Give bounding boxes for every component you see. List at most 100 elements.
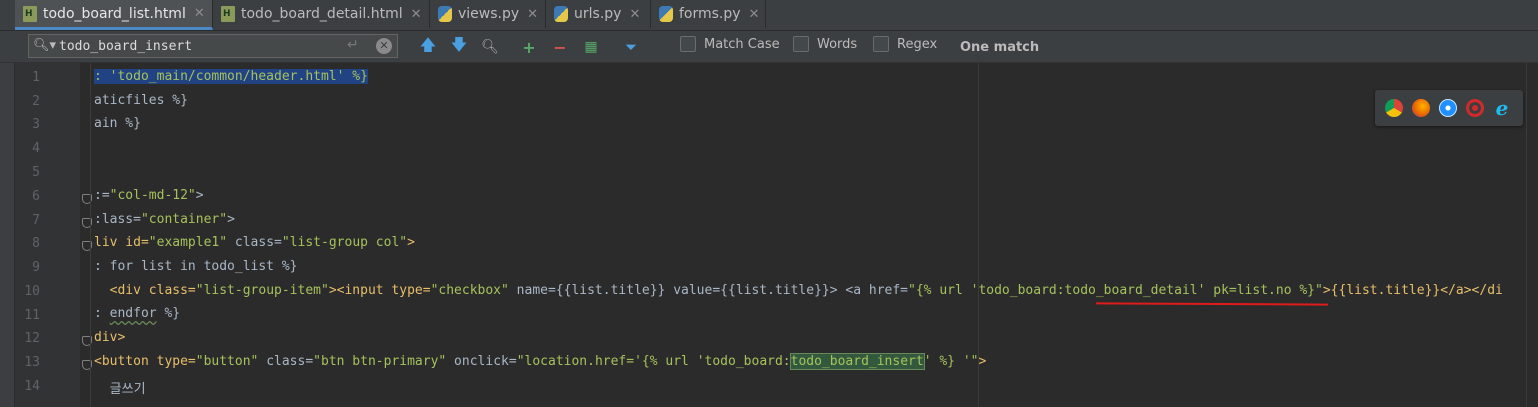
code-string: "col-md-12" bbox=[109, 188, 196, 203]
line-number: 5 bbox=[32, 165, 40, 180]
remove-occurrence-icon[interactable]: − bbox=[549, 36, 571, 58]
close-icon[interactable]: ✕ bbox=[527, 7, 538, 22]
tab-label: views.py bbox=[458, 6, 520, 22]
line-number: 3 bbox=[32, 117, 40, 132]
code-line-9[interactable]: : for list in todo_list %} bbox=[94, 259, 298, 274]
close-icon[interactable]: ✕ bbox=[411, 7, 422, 22]
code-text: name={{list.title}} value={{list.title}}… bbox=[508, 283, 909, 298]
code-line-7[interactable]: :lass="container"> bbox=[94, 212, 235, 227]
code-line-3[interactable]: ain %} bbox=[94, 116, 141, 131]
tab-label: todo_board_detail.html bbox=[241, 6, 403, 22]
code-string: "list-group col" bbox=[281, 235, 408, 250]
line-number: 6 bbox=[32, 189, 40, 204]
close-icon[interactable]: ✕ bbox=[629, 7, 640, 22]
line-number: 8 bbox=[32, 236, 40, 251]
tab-label: todo_board_list.html bbox=[43, 5, 186, 22]
line-number: 1 bbox=[32, 70, 40, 85]
code-text: ain %} bbox=[94, 116, 141, 131]
tab-label: urls.py bbox=[574, 6, 622, 22]
newline-icon[interactable]: ↵ bbox=[347, 37, 359, 53]
match-count: One match bbox=[960, 40, 1040, 55]
match-case-checkbox[interactable]: Match Case bbox=[680, 36, 780, 52]
close-icon[interactable]: ✕ bbox=[749, 7, 760, 22]
tab-label: forms.py bbox=[679, 6, 741, 22]
line-number: 11 bbox=[24, 308, 40, 323]
python-file-icon bbox=[554, 6, 568, 22]
tab-views-py[interactable]: views.py ✕ bbox=[430, 0, 546, 28]
code-text: %} bbox=[156, 306, 181, 321]
code-text: :lass= bbox=[94, 212, 141, 227]
find-all-icon[interactable]: 🔍︎ bbox=[479, 36, 501, 58]
code-text: > bbox=[195, 188, 204, 203]
line-number: 13 bbox=[24, 355, 40, 370]
firefox-icon[interactable] bbox=[1412, 99, 1430, 117]
match-case-label: Match Case bbox=[704, 36, 780, 52]
code-text: : for list in todo_list %} bbox=[94, 259, 298, 274]
code-line-8[interactable]: liv id="example1" class="list-group col"… bbox=[94, 235, 415, 250]
checkbox-box[interactable] bbox=[793, 36, 809, 52]
close-icon[interactable]: ✕ bbox=[194, 6, 205, 21]
tab-forms-py[interactable]: forms.py ✕ bbox=[651, 0, 766, 28]
html-file-icon bbox=[221, 6, 235, 22]
code-text: class= bbox=[258, 354, 314, 369]
search-icon[interactable]: 🔍︎▾ bbox=[33, 38, 56, 53]
code-string: "list-group-item" bbox=[195, 283, 329, 298]
arrow-down-icon[interactable]: 🡇 bbox=[448, 35, 470, 58]
search-input[interactable] bbox=[59, 37, 359, 55]
clear-search-icon[interactable]: ✕ bbox=[376, 38, 392, 54]
code-string: "example1" bbox=[148, 235, 228, 250]
checkbox-box[interactable] bbox=[873, 36, 889, 52]
tab-todo-board-detail[interactable]: todo_board_detail.html ✕ bbox=[213, 0, 430, 28]
search-match-highlight: todo_board_insert bbox=[789, 353, 925, 370]
code-line-2[interactable]: aticfiles %} bbox=[94, 93, 188, 108]
editor-gutter bbox=[0, 63, 80, 407]
ie-icon[interactable]: e bbox=[1493, 98, 1511, 118]
code-string: "location.href='{% url 'todo_board: bbox=[516, 354, 791, 369]
indent-guide bbox=[90, 63, 91, 407]
safari-icon[interactable] bbox=[1439, 99, 1457, 117]
line-number: 10 bbox=[24, 284, 40, 299]
code-line-14[interactable]: 글쓰기 bbox=[94, 378, 146, 397]
code-line-12[interactable]: div> bbox=[94, 330, 125, 345]
arrow-up-icon[interactable]: 🡅 bbox=[417, 35, 439, 58]
select-all-occurrences-icon[interactable]: ▦ bbox=[580, 36, 602, 58]
code-string: "checkbox" bbox=[430, 283, 509, 298]
code-tag: ><input type= bbox=[328, 283, 431, 298]
python-file-icon bbox=[659, 6, 673, 22]
checkbox-box[interactable] bbox=[680, 36, 696, 52]
vertical-scrollbar[interactable] bbox=[1526, 63, 1538, 407]
code-text: class= bbox=[227, 235, 282, 250]
code-text: aticfiles %} bbox=[94, 93, 188, 108]
regex-checkbox[interactable]: Regex bbox=[873, 36, 937, 52]
code-string: ' %} '" bbox=[923, 354, 979, 369]
code-tag: >{{list.title}}</a></di bbox=[1322, 283, 1503, 298]
editor-tab-bar: todo_board_list.html ✕ todo_board_detail… bbox=[0, 0, 1538, 31]
line-number: 9 bbox=[32, 260, 40, 275]
code-string: "btn btn-primary" bbox=[313, 354, 447, 369]
red-underline-annotation bbox=[1095, 302, 1329, 306]
code-line-13[interactable]: <button type="button" class="btn btn-pri… bbox=[94, 353, 986, 370]
words-checkbox[interactable]: Words bbox=[793, 36, 857, 52]
line-number: 4 bbox=[32, 141, 40, 156]
search-box: 🔍︎▾ ↵ ✕ bbox=[28, 34, 398, 58]
chrome-icon[interactable] bbox=[1385, 99, 1403, 117]
line-number: 12 bbox=[24, 331, 40, 346]
code-string: "{% url 'todo_board:todo_board_detail' p… bbox=[908, 283, 1323, 298]
python-file-icon bbox=[438, 6, 452, 22]
opera-icon[interactable] bbox=[1466, 99, 1484, 117]
code-line-11[interactable]: : endfor %} bbox=[94, 306, 180, 321]
code-text: 글쓰기 bbox=[94, 382, 146, 397]
code-text: onclick= bbox=[446, 354, 517, 369]
code-keyword: endfor bbox=[109, 306, 157, 321]
code-line-1[interactable]: : 'todo_main/common/header.html' %} bbox=[94, 69, 368, 84]
filter-icon[interactable]: ⏷ bbox=[620, 36, 642, 58]
add-occurrence-icon[interactable]: + bbox=[518, 36, 540, 58]
tab-todo-board-list[interactable]: todo_board_list.html ✕ bbox=[15, 0, 213, 30]
code-line-6[interactable]: :="col-md-12"> bbox=[94, 188, 204, 203]
code-line-10[interactable]: <div class="list-group-item"><input type… bbox=[94, 283, 1503, 298]
code-tag: > bbox=[407, 235, 415, 250]
tab-urls-py[interactable]: urls.py ✕ bbox=[546, 0, 651, 28]
find-toolbar: 🔍︎▾ ↵ ✕ 🡅 🡇 🔍︎ + − ▦ ⏷ Match Case Words … bbox=[0, 31, 1538, 63]
code-tag: <div class= bbox=[94, 283, 196, 298]
line-number: 14 bbox=[24, 379, 40, 394]
